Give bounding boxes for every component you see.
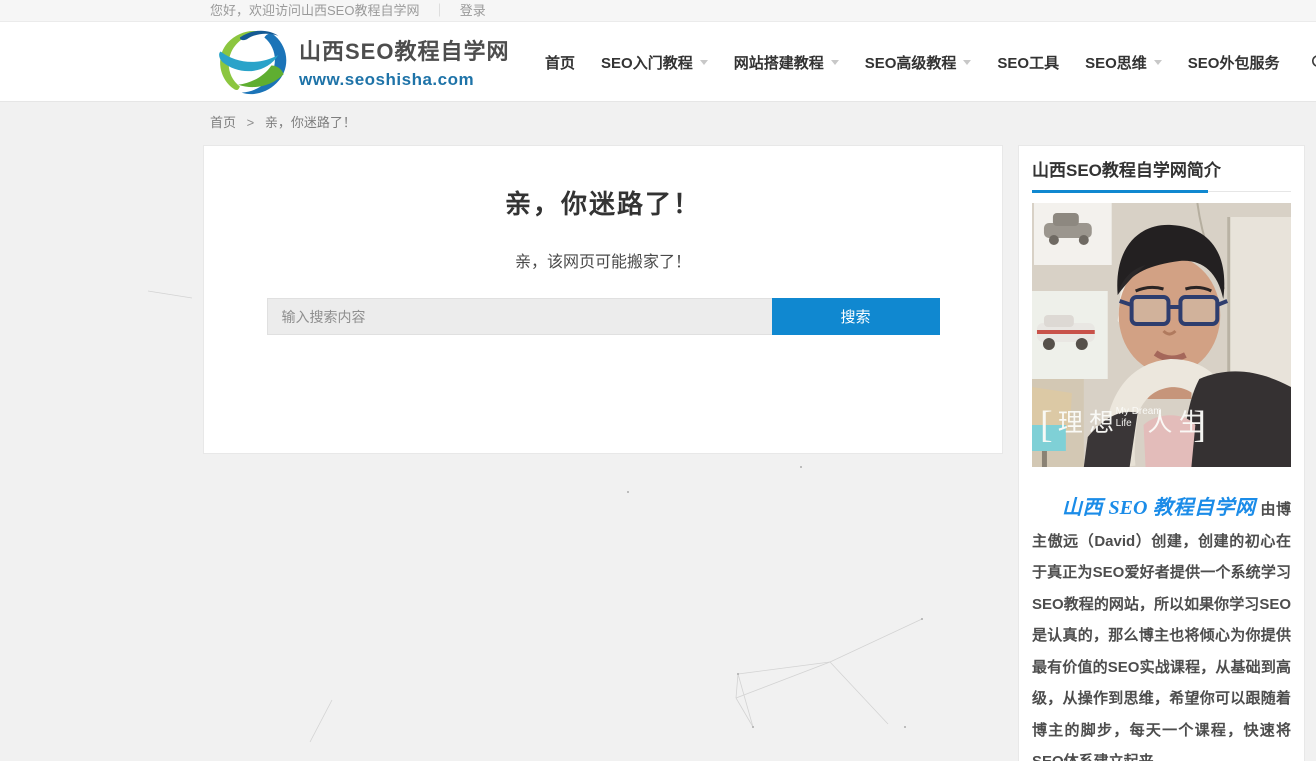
nav-item-seo-beginner[interactable]: SEO入门教程: [601, 52, 708, 73]
photo-caption-small-bottom: Life: [1116, 418, 1132, 429]
photo-caption-ideal: 理 想: [1058, 409, 1114, 437]
nav-label: SEO思维: [1085, 52, 1147, 73]
photo-caption-bracket-right: ]: [1193, 404, 1206, 446]
nav-label: 网站搭建教程: [734, 52, 824, 73]
breadcrumb: 首页 > 亲，你迷路了！: [210, 112, 356, 131]
main-nav: 首页 SEO入门教程 网站搭建教程 SEO高级教程 SEO工具 SEO思维 SE…: [545, 22, 1316, 102]
chevron-down-icon: [831, 60, 839, 65]
login-link[interactable]: 登录: [460, 3, 486, 18]
topbar: 您好，欢迎访问山西SEO教程自学网 ｜ 登录: [0, 0, 1316, 22]
sidebar-heading: 山西SEO教程自学网简介: [1032, 146, 1291, 192]
nav-label: SEO入门教程: [601, 52, 693, 73]
nav-item-site-building[interactable]: 网站搭建教程: [734, 52, 839, 73]
nav-item-seo-tools[interactable]: SEO工具: [997, 52, 1059, 73]
nav-item-home[interactable]: 首页: [545, 52, 575, 73]
nav-label: SEO高级教程: [865, 52, 957, 73]
photo-caption-bracket-left: [: [1040, 404, 1053, 446]
nav-label: SEO外包服务: [1188, 52, 1280, 73]
nav-label: SEO工具: [997, 52, 1059, 73]
sidebar-heading-text: 山西SEO教程自学网简介: [1032, 161, 1221, 180]
page-title: 亲，你迷路了！: [204, 184, 1002, 221]
breadcrumb-separator: >: [247, 115, 255, 130]
page-subtitle: 亲，该网页可能搬家了！: [204, 248, 1002, 272]
site-url: www.seoshisha.com: [299, 70, 509, 90]
nav-item-seo-thinking[interactable]: SEO思维: [1085, 52, 1162, 73]
search-form: 搜索: [267, 298, 940, 335]
site-header: 山西SEO教程自学网 www.seoshisha.com 首页 SEO入门教程 …: [0, 22, 1316, 102]
chevron-down-icon: [963, 60, 971, 65]
breadcrumb-current: 亲，你迷路了！: [265, 115, 356, 130]
chevron-down-icon: [700, 60, 708, 65]
not-found-card: 亲，你迷路了！ 亲，该网页可能搬家了！ 搜索: [203, 145, 1003, 454]
site-logo[interactable]: 山西SEO教程自学网 www.seoshisha.com: [213, 27, 509, 97]
nav-label: 首页: [545, 52, 575, 73]
search-input[interactable]: [267, 298, 772, 335]
intro-site-link[interactable]: 山西 SEO 教程自学网: [1062, 497, 1255, 519]
breadcrumb-home-link[interactable]: 首页: [210, 115, 236, 130]
topbar-separator: ｜: [433, 3, 446, 18]
nav-item-seo-outsourcing[interactable]: SEO外包服务: [1188, 52, 1280, 73]
sidebar-intro-widget: 山西SEO教程自学网简介: [1018, 145, 1305, 761]
site-title: 山西SEO教程自学网: [299, 34, 509, 66]
search-icon[interactable]: [1311, 54, 1316, 71]
profile-photo: [ 理 想 My Dream Life 人 生 ]: [1032, 203, 1291, 467]
site-intro-paragraph: 山西 SEO 教程自学网由博主傲远（David）创建，创建的初心在于真正为SEO…: [1032, 493, 1291, 761]
logo-swoosh-icon: [213, 27, 293, 97]
chevron-down-icon: [1154, 60, 1162, 65]
nav-item-seo-advanced[interactable]: SEO高级教程: [865, 52, 972, 73]
page: 您好，欢迎访问山西SEO教程自学网 ｜ 登录 山西SEO教程自学网 www.se…: [0, 0, 1316, 761]
intro-text: 由博主傲远（David）创建，创建的初心在于真正为SEO爱好者提供一个系统学习S…: [1032, 501, 1291, 761]
search-button[interactable]: 搜索: [772, 298, 940, 335]
welcome-text: 您好，欢迎访问山西SEO教程自学网: [210, 3, 419, 18]
